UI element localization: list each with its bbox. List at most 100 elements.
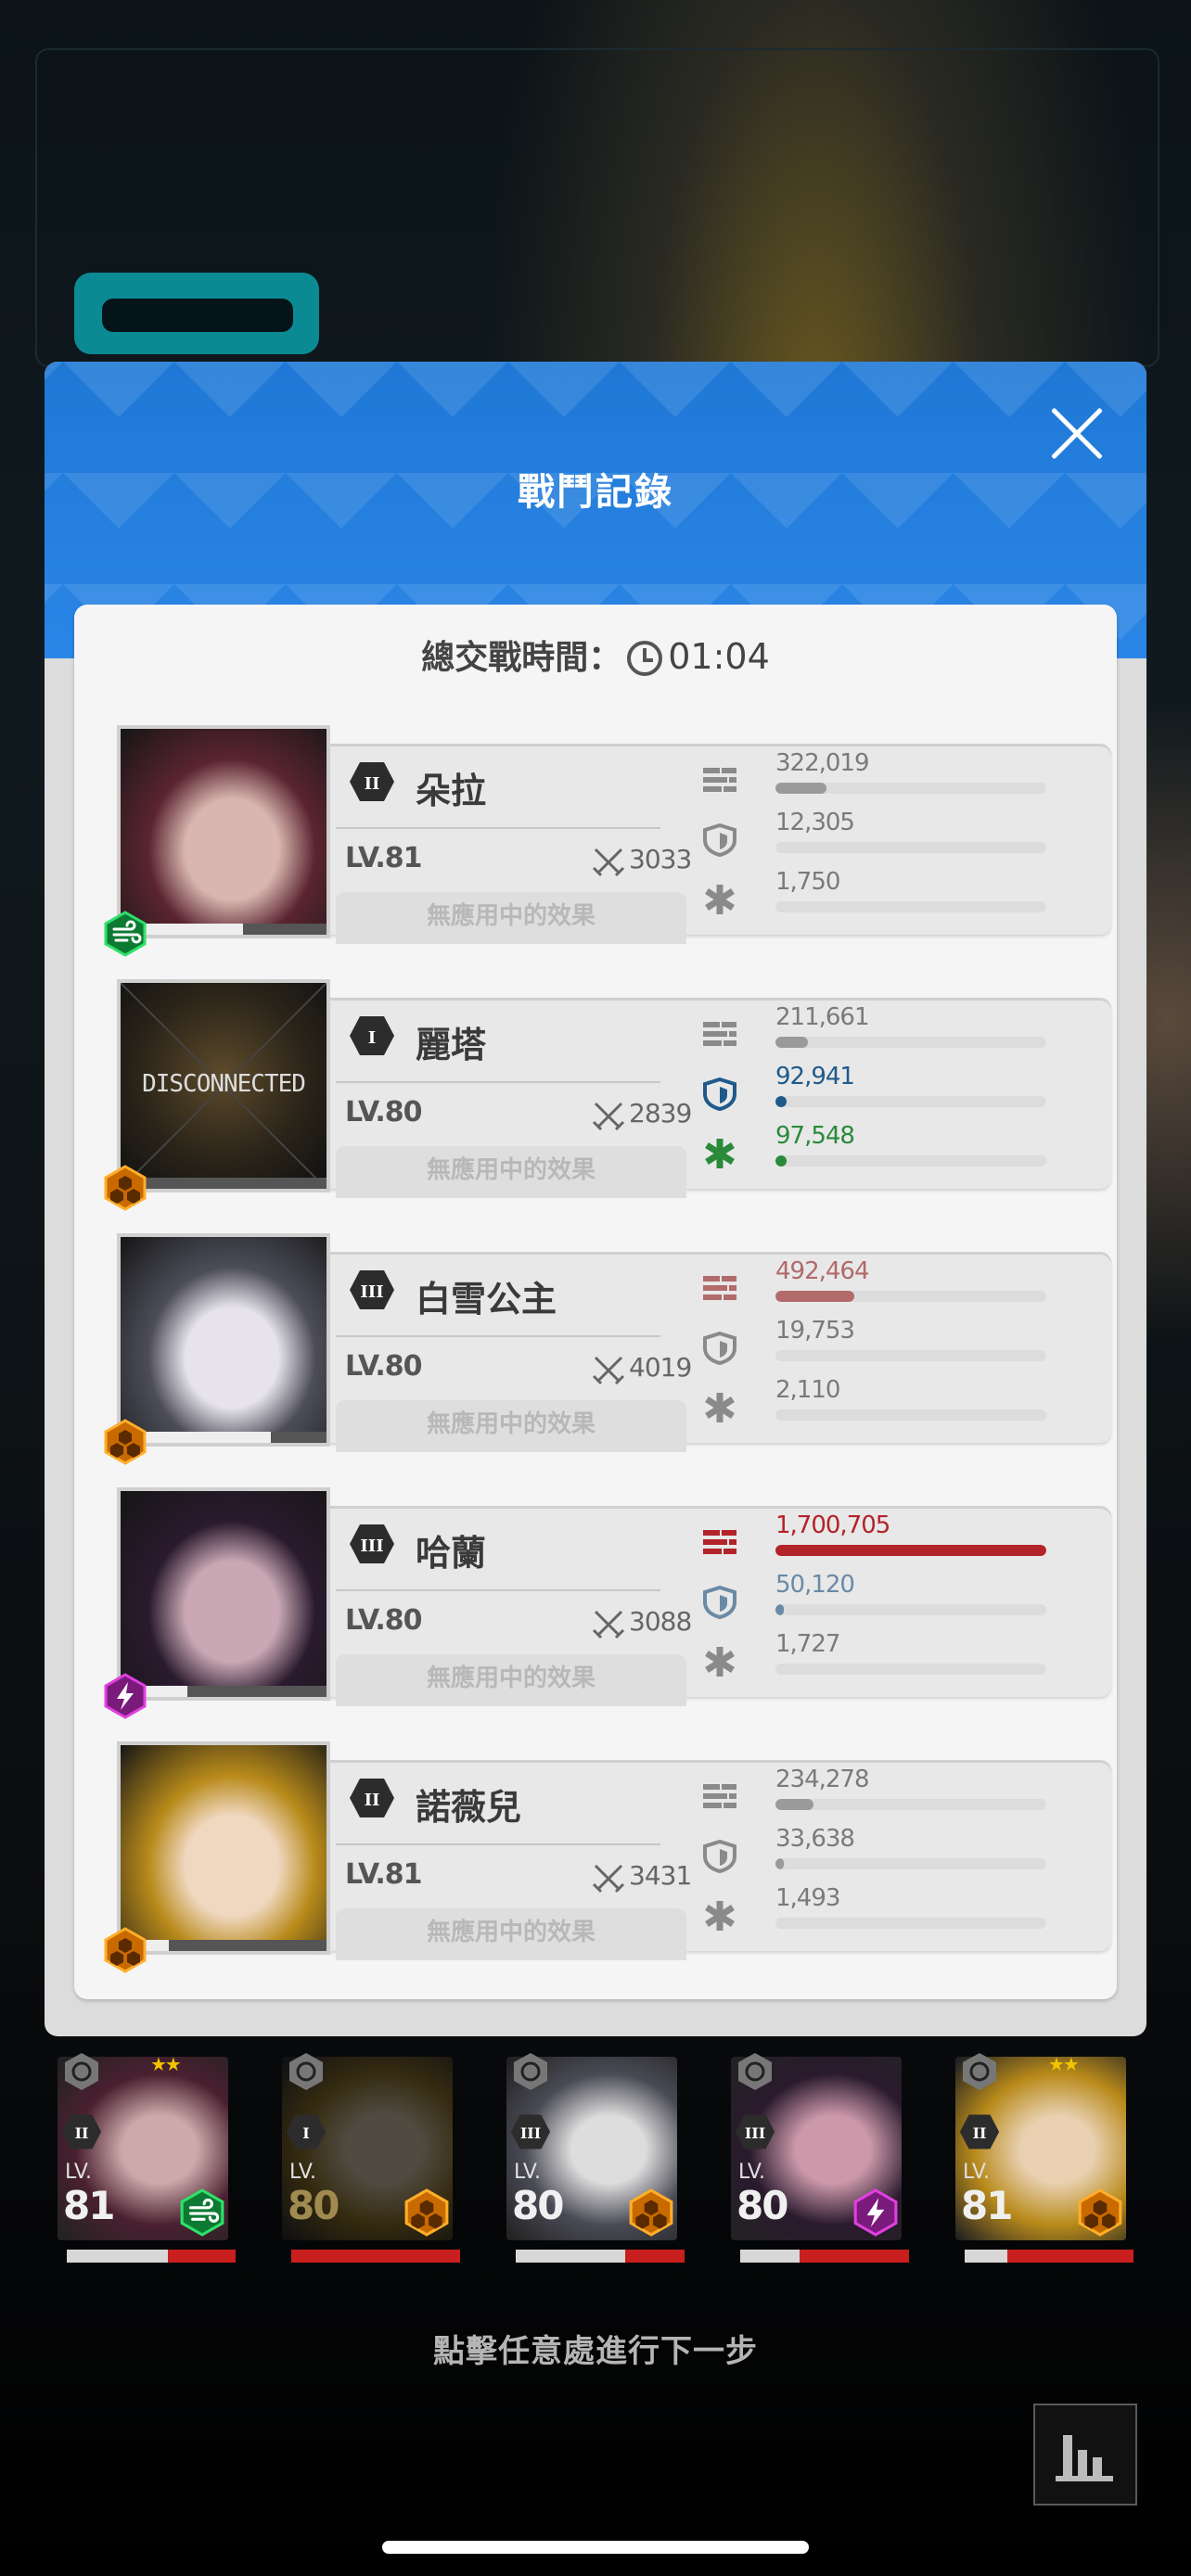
- level-label: LV.: [289, 2161, 317, 2184]
- taken-value: 12,305: [775, 809, 855, 836]
- heal-value: 97,548: [775, 1122, 855, 1150]
- unit-record-row: III 哈蘭 LV.80 3088 無應用中的效果 1,700,705 50,1…: [104, 1487, 1111, 1719]
- heal-value: 1,750: [775, 868, 840, 896]
- combat-power-icon: [592, 846, 625, 877]
- squad-member-card[interactable]: III LV. 80: [497, 2049, 685, 2272]
- class-icon: [959, 2051, 1000, 2092]
- damage-value: 1,700,705: [775, 1511, 890, 1539]
- unit-portrait: [117, 725, 330, 938]
- active-effects-label: 無應用中的效果: [336, 1400, 686, 1452]
- svg-text:III: III: [745, 2124, 765, 2142]
- unit-level: LV.81: [345, 842, 422, 874]
- unit-portrait: [117, 1233, 330, 1447]
- heal-stat: 2,110: [692, 1376, 1046, 1434]
- star-rating: ★★: [1048, 2053, 1080, 2075]
- heal-asterisk-icon: [701, 1645, 738, 1678]
- damage-bar: [775, 1037, 1046, 1048]
- unit-level: LV.80: [345, 1604, 422, 1637]
- burst-iii-icon: III: [735, 2112, 775, 2153]
- iron-element-icon: [1076, 2188, 1124, 2237]
- squad-hp-bar: [67, 2250, 236, 2263]
- squad-member-card[interactable]: ★★ II LV. 81: [48, 2049, 236, 2272]
- close-button[interactable]: [1048, 404, 1106, 462]
- iron-element-icon: [102, 1419, 148, 1465]
- level-number: 81: [63, 2183, 115, 2228]
- svg-text:II: II: [973, 2124, 987, 2142]
- unit-name: 朵拉: [416, 771, 487, 811]
- class-icon: [61, 2051, 102, 2092]
- disconnected-label: DISCONNECTED: [142, 1070, 306, 1098]
- heal-asterisk-icon: [701, 883, 738, 916]
- divider: [336, 827, 660, 829]
- bar-chart-icon: [1056, 2435, 1113, 2481]
- combat-power: 3088: [629, 1606, 692, 1637]
- continue-hint[interactable]: 點擊任意處進行下一步: [0, 2326, 1191, 2371]
- burst-i-icon: I: [286, 2112, 327, 2153]
- iron-element-icon: [403, 2188, 451, 2237]
- squad-hp-bar: [516, 2250, 685, 2263]
- divider: [336, 1589, 660, 1591]
- unit-name: 哈蘭: [416, 1533, 487, 1574]
- taken-bar: [775, 1858, 1046, 1869]
- damage-bar: [775, 1291, 1046, 1302]
- unit-portrait: [117, 1487, 330, 1701]
- svg-text:I: I: [368, 1028, 376, 1048]
- stats-button[interactable]: [1033, 2404, 1137, 2506]
- damage-value: 492,464: [775, 1257, 870, 1285]
- burst-i-icon: I: [349, 1014, 395, 1057]
- unit-name: 麗塔: [416, 1025, 487, 1065]
- heal-stat: 1,727: [692, 1630, 1046, 1688]
- taken-bar: [775, 1604, 1046, 1615]
- wind-element-icon: [102, 911, 148, 957]
- level-number: 80: [512, 2183, 564, 2228]
- damage-dealt-icon: [701, 764, 738, 797]
- damage-taken-shield-icon: [701, 1077, 738, 1112]
- damage-value: 211,661: [775, 1003, 870, 1031]
- iron-element-icon: [627, 2188, 675, 2237]
- burst-ii-icon: II: [61, 2112, 102, 2153]
- unit-record-row: III 白雪公主 LV.80 4019 無應用中的效果 492,464 19,7…: [104, 1233, 1111, 1465]
- heal-asterisk-icon: [701, 1899, 738, 1932]
- heal-value: 1,727: [775, 1630, 840, 1658]
- taken-value: 33,638: [775, 1825, 855, 1853]
- squad-hp-bar: [291, 2250, 460, 2263]
- active-effects-label: 無應用中的效果: [336, 1146, 686, 1198]
- squad-hp-bar: [740, 2250, 909, 2263]
- squad-member-card[interactable]: ★★ II LV. 81: [946, 2049, 1133, 2272]
- damage-stat: 322,019: [692, 749, 1046, 807]
- unit-portrait: DISCONNECTED: [117, 979, 330, 1192]
- damage-dealt-icon: [701, 1272, 738, 1306]
- heal-bar: [775, 901, 1046, 912]
- divider: [336, 1335, 660, 1337]
- class-icon: [735, 2051, 775, 2092]
- heal-value: 2,110: [775, 1376, 840, 1404]
- heal-bar: [775, 1664, 1046, 1675]
- unit-hp-bar: [141, 1940, 327, 1951]
- taken-value: 92,941: [775, 1063, 855, 1090]
- svg-text:II: II: [365, 1791, 380, 1810]
- damage-taken-shield-icon: [701, 1331, 738, 1366]
- burst-iii-icon: III: [349, 1269, 395, 1311]
- heal-bar: [775, 1409, 1046, 1421]
- divider: [336, 1081, 660, 1083]
- taken-stat: 33,638: [692, 1825, 1046, 1882]
- unit-level: LV.80: [345, 1350, 422, 1383]
- active-effects-label: 無應用中的效果: [336, 1654, 686, 1706]
- damage-value: 234,278: [775, 1766, 870, 1793]
- unit-hp-bar: [141, 1178, 327, 1189]
- taken-stat: 12,305: [692, 809, 1046, 866]
- level-label: LV.: [514, 2161, 542, 2184]
- damage-bar: [775, 1799, 1046, 1810]
- burst-iii-icon: III: [349, 1523, 395, 1565]
- total-time-value: 01:04: [668, 636, 770, 677]
- burst-ii-icon: II: [349, 1777, 395, 1819]
- electric-element-icon: [102, 1673, 148, 1719]
- squad-member-card[interactable]: I LV. 80: [273, 2049, 460, 2272]
- combat-power-icon: [592, 1100, 625, 1131]
- record-card: 總交戰時間： 01:04 II 朵拉 LV.81 3033 無應用中的效果 322…: [74, 605, 1117, 1999]
- svg-text:I: I: [302, 2124, 309, 2142]
- squad-member-card[interactable]: III LV. 80: [722, 2049, 909, 2272]
- class-icon: [510, 2051, 551, 2092]
- unit-portrait: [117, 1741, 330, 1955]
- unit-hp-bar: [141, 1686, 327, 1697]
